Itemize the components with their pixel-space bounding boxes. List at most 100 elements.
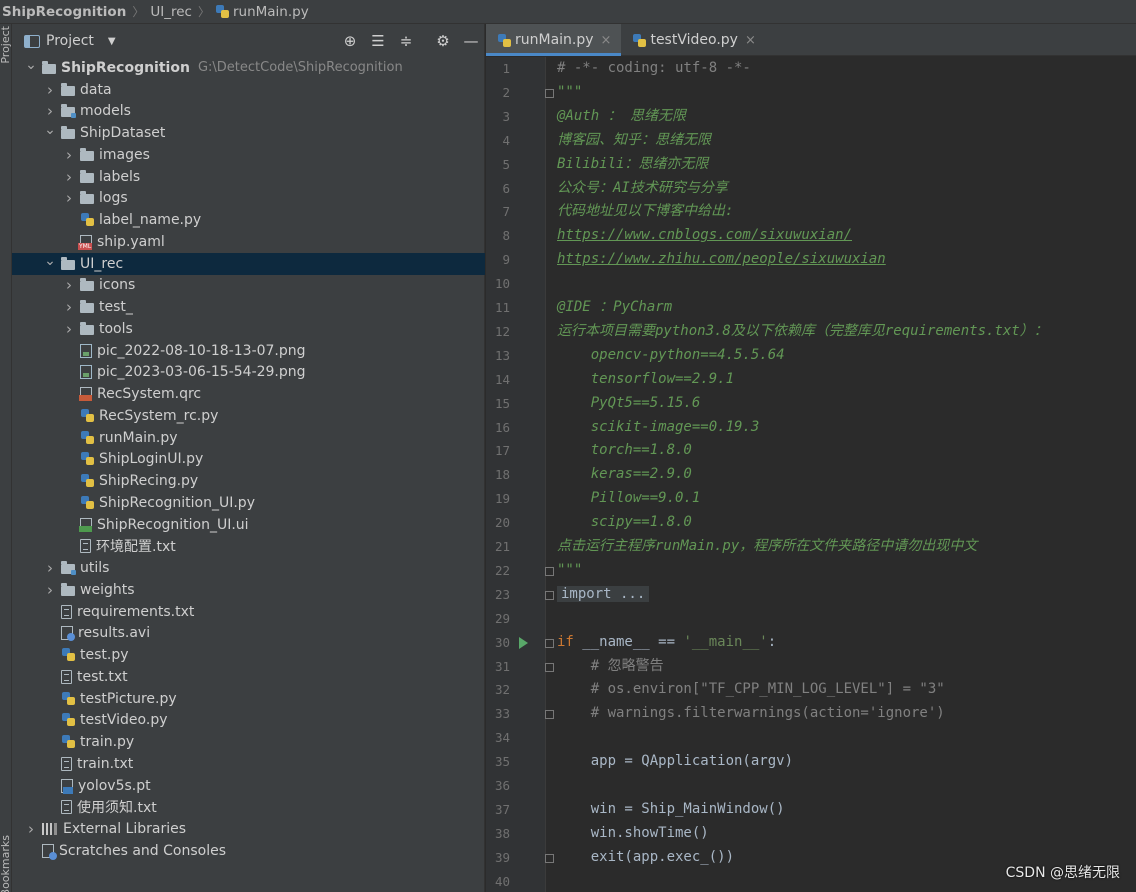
tree-item[interactable]: › data [12, 79, 485, 101]
expand-all-icon[interactable]: ☰ [368, 31, 388, 51]
tree-item[interactable]: ›RecSystem.qrc [12, 383, 485, 405]
tree-item[interactable]: ›label_name.py [12, 209, 485, 231]
chevron-right-icon[interactable]: › [43, 559, 57, 577]
tree-item[interactable]: ›ShipRecognition_UI.py [12, 492, 485, 514]
collapse-all-icon[interactable]: ≑ [396, 31, 416, 51]
close-icon[interactable]: × [745, 33, 756, 48]
tree-item[interactable]: › labels [12, 166, 485, 188]
tree-item-label: ShipRecognition [61, 59, 190, 76]
tree-item-label: ShipLoginUI.py [99, 451, 204, 468]
line-number: 36 [494, 778, 510, 793]
code-text: @Auth ： 思绪无限 [557, 107, 687, 124]
tree-item[interactable]: ›环境配置.txt [12, 536, 485, 558]
python-file-icon [61, 735, 75, 749]
editor-tab[interactable]: runMain.py × [486, 24, 622, 56]
tree-item[interactable]: ›train.py [12, 731, 485, 753]
gear-icon[interactable]: ⚙ [433, 31, 453, 51]
tree-item[interactable]: ⌄ ShipDataset [12, 122, 485, 144]
tree-item[interactable]: › logs [12, 188, 485, 210]
close-icon[interactable]: × [601, 33, 612, 48]
editor-tab[interactable]: testVideo.py × [621, 24, 765, 56]
tree-item[interactable]: › test_ [12, 296, 485, 318]
tree-item[interactable]: ⌄ UI_rec [12, 253, 485, 275]
tree-item[interactable]: ›pic_2022-08-10-18-13-07.png [12, 340, 485, 362]
image-file-icon [80, 343, 92, 358]
project-view-icon [24, 34, 40, 48]
chevron-down-icon[interactable]: ▼ [108, 36, 116, 47]
chevron-right-icon[interactable]: › [62, 298, 76, 316]
run-icon[interactable] [519, 636, 528, 649]
tree-item[interactable]: ›results.avi [12, 623, 485, 645]
bookmarks-tool-window-button[interactable]: Bookmarks [0, 835, 12, 892]
tree-item-label: Scratches and Consoles [59, 842, 226, 859]
fold-marker-icon[interactable] [545, 662, 554, 672]
tree-item[interactable]: › icons [12, 275, 485, 297]
tree-item[interactable]: ›test.py [12, 644, 485, 666]
tree-item[interactable]: ›testPicture.py [12, 688, 485, 710]
tree-item[interactable]: › External Libraries [12, 818, 485, 840]
tree-item[interactable]: ›runMain.py [12, 427, 485, 449]
tree-item[interactable]: ⌄ ShipRecognition G:\DetectCode\ShipRecogn… [12, 57, 485, 79]
folder-icon [80, 191, 94, 205]
fold-marker-icon[interactable] [545, 88, 554, 98]
tree-item[interactable]: › tools [12, 318, 485, 340]
chevron-right-icon[interactable]: › [62, 168, 76, 186]
tree-item-label: 使用须知.txt [77, 800, 157, 817]
tree-item[interactable]: ›ship.yaml [12, 231, 485, 253]
breadcrumb-folder[interactable]: UI_rec [150, 4, 192, 20]
code-editor[interactable]: 1 2 3 4 5 6 7 8 9 10 11 12 13 14 15 16 17 18 19 20 21 22 23 29 3… [486, 57, 1136, 892]
project-tool-window-button[interactable]: Project [0, 26, 12, 64]
tree-item[interactable]: ›RecSystem_rc.py [12, 405, 485, 427]
breadcrumb-separator-icon: 〉 [197, 5, 210, 19]
tree-item[interactable]: › models [12, 101, 485, 123]
tree-item[interactable]: › utils [12, 557, 485, 579]
code-line: torch==1.8.0 [557, 439, 692, 463]
chevron-down-icon[interactable]: ⌄ [43, 253, 57, 269]
tree-item[interactable]: ›ShipLoginUI.py [12, 449, 485, 471]
target-icon[interactable]: ⊕ [340, 31, 360, 51]
chevron-right-icon[interactable]: › [62, 189, 76, 207]
chevron-right-icon[interactable]: › [43, 81, 57, 99]
tree-item-label: pic_2023-03-06-15-54-29.png [97, 364, 306, 381]
tree-item[interactable]: ›使用须知.txt [12, 797, 485, 819]
line-number: 37 [494, 801, 510, 817]
breadcrumb-file[interactable]: runMain.py [233, 4, 309, 20]
navigation-bar: ShipRecognition 〉 UI_rec 〉 runMain.py [0, 0, 1136, 24]
minimize-icon[interactable]: — [461, 31, 481, 51]
tree-item-label: images [99, 146, 150, 163]
tree-item[interactable]: ›test.txt [12, 666, 485, 688]
tree-item[interactable]: › weights [12, 579, 485, 601]
chevron-right-icon[interactable]: › [62, 276, 76, 294]
folded-imports[interactable]: import ... [557, 585, 650, 602]
chevron-right-icon[interactable]: › [43, 581, 57, 599]
tree-item-label: testPicture.py [80, 690, 177, 707]
chevron-right-icon[interactable]: › [62, 146, 76, 164]
code-line: exit(app.exec_()) [557, 846, 734, 870]
fold-marker-icon[interactable] [545, 638, 554, 648]
code-text: """ [557, 561, 583, 578]
chevron-right-icon[interactable]: › [43, 102, 57, 120]
tree-item[interactable]: ›yolov5s.pt [12, 775, 485, 797]
line-number: 4 [502, 132, 510, 148]
tree-item[interactable]: ›pic_2023-03-06-15-54-29.png [12, 362, 485, 384]
tree-item[interactable]: ›train.txt [12, 753, 485, 775]
tree-item[interactable]: ›ShipRecing.py [12, 470, 485, 492]
tree-item[interactable]: ›requirements.txt [12, 601, 485, 623]
code-text: # warnings.filterwarnings(action='ignore… [557, 705, 945, 722]
project-view-selector[interactable]: Project [46, 33, 94, 49]
tree-item-label: pic_2022-08-10-18-13-07.png [97, 342, 306, 359]
chevron-right-icon[interactable]: › [62, 320, 76, 338]
breadcrumb-project[interactable]: ShipRecognition [2, 4, 126, 20]
chevron-right-icon[interactable]: › [24, 820, 38, 838]
breadcrumb-separator-icon: 〉 [132, 5, 145, 19]
tree-item[interactable]: › images [12, 144, 485, 166]
tree-item[interactable]: ›ShipRecognition_UI.ui [12, 514, 485, 536]
fold-marker-icon[interactable] [545, 710, 554, 720]
chevron-down-icon[interactable]: ⌄ [43, 122, 57, 138]
fold-marker-icon[interactable] [545, 590, 554, 600]
fold-marker-icon[interactable] [545, 853, 554, 863]
tree-item[interactable]: ›testVideo.py [12, 710, 485, 732]
fold-marker-icon[interactable] [545, 566, 554, 576]
tree-item[interactable]: ›Scratches and Consoles [12, 840, 485, 862]
chevron-down-icon[interactable]: ⌄ [24, 57, 38, 73]
